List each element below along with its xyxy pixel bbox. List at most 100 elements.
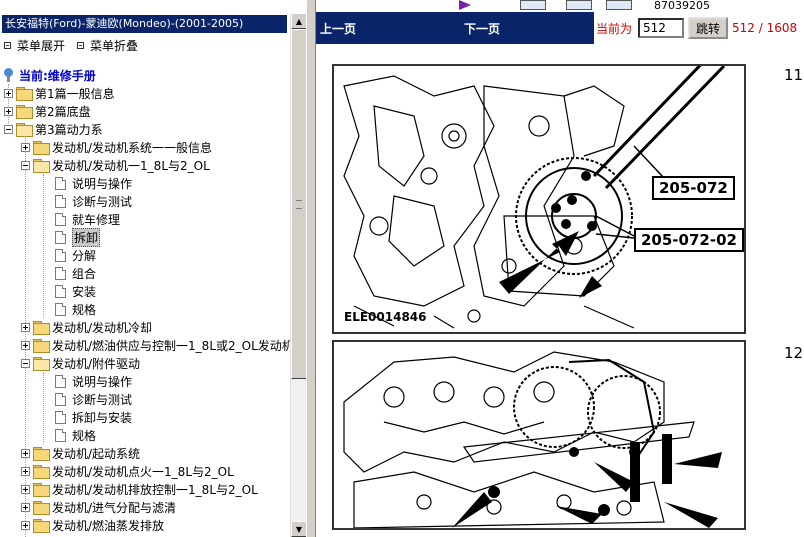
scrollbar-thumb[interactable] — [291, 29, 307, 379]
tree-item-label: 说明与操作 — [72, 176, 133, 191]
tree-scrollbar[interactable]: ▲ ▼ — [290, 13, 307, 537]
tree-item-evap-emission[interactable]: 发动机/燃油蒸发排放 — [21, 516, 164, 534]
expand-plus-icon[interactable] — [4, 106, 13, 116]
scroll-up-icon[interactable]: ▲ — [291, 13, 307, 29]
step-figure — [332, 340, 746, 530]
tree-item-accessory-drive[interactable]: 发动机/附件驱动 — [21, 354, 140, 372]
page-number-input[interactable] — [638, 18, 685, 38]
expand-icon — [4, 41, 11, 49]
scroll-down-icon[interactable]: ▼ — [291, 521, 307, 537]
tree-item-current[interactable]: 当前:维修手册 — [2, 66, 96, 84]
tree-item-label: 发动机/进气分配与滤清 — [52, 500, 177, 515]
expand-menu-label: 菜单展开 — [17, 38, 66, 53]
toolbar-button[interactable] — [520, 0, 546, 10]
expand-plus-icon[interactable] — [21, 322, 30, 332]
tree-item-label: 说明与操作 — [72, 374, 133, 389]
tree-item-accessory-removal-install[interactable]: 拆卸与安装 — [55, 408, 132, 426]
tree-item-intake[interactable]: 发动机/进气分配与滤清 — [21, 498, 176, 516]
tree-item-starting-system[interactable]: 发动机/起动系统 — [21, 444, 140, 462]
tree-item-specifications[interactable]: 规格 — [55, 300, 96, 318]
tree-item-engine-18-20[interactable]: 发动机/发动机一1_8L与2_OL — [21, 156, 210, 174]
expand-plus-icon[interactable] — [21, 142, 30, 152]
tree-item-part3[interactable]: 第3篇动力系 — [4, 120, 103, 138]
tree-item-disassembly[interactable]: 分解 — [55, 246, 96, 264]
step-figure: 205-072 205-072-02 ELE0014846 — [332, 64, 746, 334]
tree-item-assembly[interactable]: 组合 — [55, 264, 96, 282]
document-icon — [55, 248, 66, 262]
tree-item-label: 第2篇底盘 — [35, 104, 91, 119]
tree-item-part2[interactable]: 第2篇底盘 — [4, 102, 91, 120]
tree-item-label: 拆卸与安装 — [72, 410, 133, 425]
folder-icon — [33, 501, 50, 515]
page-jump-controls: 当前为 跳转 512 / 1608 — [594, 12, 804, 44]
navigation-pane: 长安福特(Ford)-蒙迪欧(Mondeo)-(2001-2005) 菜单展开 … — [0, 0, 307, 537]
tree-item-accessory-diagnosis[interactable]: 诊断与测试 — [55, 390, 132, 408]
expand-plus-icon[interactable] — [21, 340, 30, 350]
tree-item-accessory-description[interactable]: 说明与操作 — [55, 372, 132, 390]
tool-callout: 205-072-02 — [634, 228, 744, 252]
tree-item-label: 组合 — [72, 266, 97, 281]
tree-item-engine-general[interactable]: 发动机/发动机系统一一般信息 — [21, 138, 212, 156]
document-icon — [55, 194, 66, 208]
jump-button[interactable]: 跳转 — [688, 17, 729, 39]
folder-icon — [33, 465, 50, 479]
tree-item-in-vehicle-repair[interactable]: 就车修理 — [55, 210, 120, 228]
toolbar-button[interactable] — [606, 0, 632, 10]
expand-menu-button[interactable]: 菜单展开 — [2, 37, 65, 54]
document-icon — [55, 428, 66, 442]
tree-item-description[interactable]: 说明与操作 — [55, 174, 132, 192]
tree-item-removal[interactable]: 拆卸 — [55, 227, 101, 247]
collapse-minus-icon[interactable] — [21, 160, 30, 170]
figure-id: ELE0014846 — [344, 310, 427, 324]
content-pane: 87039205 上一页 下一页 当前为 跳转 512 / 1608 11 — [316, 0, 804, 537]
folder-icon — [16, 87, 33, 101]
menu-controls: 菜单展开 菜单折叠 — [2, 37, 148, 53]
tree-item-ignition[interactable]: 发动机/发动机点火一1_8L与2_OL — [21, 462, 234, 480]
collapse-menu-button[interactable]: 菜单折叠 — [75, 37, 138, 54]
tree-item-installation[interactable]: 安装 — [55, 282, 96, 300]
collapse-minus-icon[interactable] — [4, 124, 13, 134]
tree-item-label: 发动机/发动机冷却 — [52, 320, 153, 335]
play-icon[interactable] — [459, 0, 471, 10]
tree-item-part1[interactable]: 第1篇一般信息 — [4, 84, 115, 102]
expand-plus-icon[interactable] — [21, 448, 30, 458]
folder-open-icon — [16, 123, 33, 137]
expand-plus-icon[interactable] — [21, 484, 30, 494]
collapse-icon — [77, 41, 85, 49]
tree-item-label: 发动机/发动机一1_8L与2_OL — [52, 158, 210, 173]
manual-tree: 当前:维修手册 第1篇一般信息 第2篇底盘 第3篇动力系 发动机/发动机系统一一… — [0, 66, 290, 537]
tree-item-label: 第3篇动力系 — [35, 122, 103, 137]
document-icon — [55, 392, 66, 406]
tree-item-diagnosis[interactable]: 诊断与测试 — [55, 192, 132, 210]
expand-plus-icon[interactable] — [21, 466, 30, 476]
next-page-link[interactable]: 下一页 — [464, 20, 500, 37]
tree-item-accessory-specifications[interactable]: 规格 — [55, 426, 96, 444]
expand-plus-icon[interactable] — [4, 88, 13, 98]
tree-item-emission-control[interactable]: 发动机/发动机排放控制一1_8L与2_OL — [21, 480, 258, 498]
tree-item-fuel-supply[interactable]: 发动机/燃油供应与控制一1_8L或2_OL发动机 — [21, 336, 290, 354]
tree-item-engine-cooling[interactable]: 发动机/发动机冷却 — [21, 318, 152, 336]
pane-splitter[interactable] — [306, 0, 316, 537]
folder-icon — [33, 447, 50, 461]
document-icon — [55, 410, 66, 424]
folder-icon — [33, 321, 50, 335]
tree-item-label: 诊断与测试 — [72, 392, 133, 407]
tree-item-label: 发动机/发动机排放控制一1_8L与2_OL — [52, 482, 258, 497]
tree-item-label: 发动机/燃油蒸发排放 — [52, 518, 165, 533]
expand-plus-icon[interactable] — [21, 502, 30, 512]
toolbar-button[interactable] — [566, 0, 592, 10]
folder-icon — [33, 339, 50, 353]
document-icon — [55, 266, 66, 280]
prev-page-link[interactable]: 上一页 — [320, 20, 356, 37]
document-icon — [55, 302, 66, 316]
folder-icon — [16, 105, 33, 119]
collapse-minus-icon[interactable] — [21, 358, 30, 368]
top-toolbar: 87039205 — [316, 0, 804, 12]
folder-icon — [33, 483, 50, 497]
tree-item-label: 发动机/发动机系统一一般信息 — [52, 140, 213, 155]
expand-plus-icon[interactable] — [21, 520, 30, 530]
document-icon — [55, 374, 66, 388]
tool-callout: 205-072 — [652, 176, 735, 200]
phone-number: 87039205 — [654, 0, 710, 12]
document-icon — [55, 212, 66, 226]
